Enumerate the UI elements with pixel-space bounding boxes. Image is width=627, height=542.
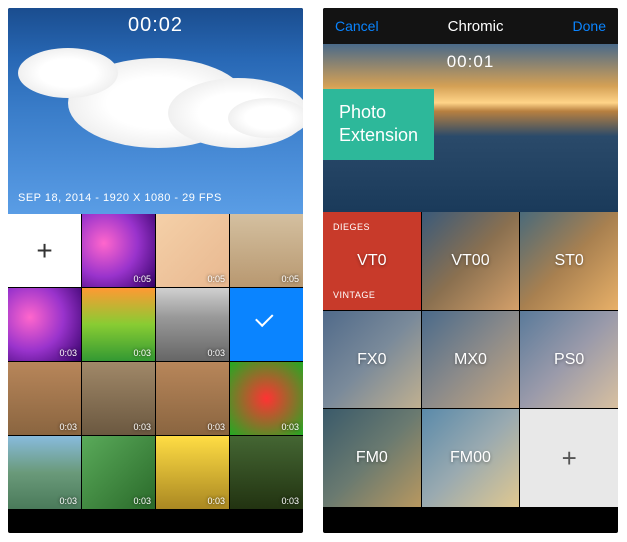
video-metadata: SEP 18, 2014 - 1920 X 1080 - 29 FPS [18, 192, 222, 204]
duration-label: 0:03 [207, 422, 225, 432]
filter-active[interactable]: DIEGES VT0 VINTAGE [323, 212, 421, 310]
duration-label: 0:03 [207, 496, 225, 506]
done-button[interactable]: Done [573, 18, 606, 34]
video-preview[interactable]: 00:02 SEP 18, 2014 - 1920 X 1080 - 29 FP… [8, 8, 303, 214]
thumbnail[interactable]: 0:05 [156, 214, 229, 287]
thumbnail[interactable]: 0:05 [82, 214, 155, 287]
filter-tag: DIEGES [333, 222, 370, 232]
filter-cell[interactable]: ST0 [520, 212, 618, 310]
navigation-bar: Cancel Chromic Done [323, 8, 618, 44]
thumbnail[interactable]: 0:03 [156, 362, 229, 435]
thumbnail-selected[interactable] [230, 288, 303, 361]
filter-grid: DIEGES VT0 VINTAGE VT00 ST0 FX0 MX0 PS0 … [323, 212, 618, 507]
filter-cell[interactable]: VT00 [422, 212, 520, 310]
thumbnail[interactable]: 0:03 [82, 288, 155, 361]
duration-label: 0:05 [281, 274, 299, 284]
thumbnail[interactable]: 0:03 [82, 436, 155, 509]
filter-cell[interactable]: FX0 [323, 311, 421, 409]
duration-label: 0:03 [133, 422, 151, 432]
plus-icon: + [562, 443, 577, 474]
badge-line: Photo [339, 101, 418, 124]
cancel-button[interactable]: Cancel [335, 18, 379, 34]
duration-label: 0:03 [281, 422, 299, 432]
filter-label: ST0 [554, 252, 583, 270]
video-picker-screen: 00:02 SEP 18, 2014 - 1920 X 1080 - 29 FP… [8, 8, 303, 533]
filter-cell[interactable]: FM00 [422, 409, 520, 507]
filter-tag: VINTAGE [333, 290, 375, 300]
filter-label: PS0 [554, 351, 584, 369]
extension-badge: Photo Extension [323, 89, 434, 160]
thumbnail[interactable]: 0:03 [230, 436, 303, 509]
thumbnail[interactable]: 0:05 [230, 214, 303, 287]
thumbnail-grid: + 0:05 0:05 0:05 0:03 0:03 0:03 0:03 0:0… [8, 214, 303, 509]
thumbnail[interactable]: 0:03 [230, 362, 303, 435]
filter-label: VT00 [451, 252, 489, 270]
duration-label: 0:03 [59, 348, 77, 358]
video-timer: 00:01 [447, 52, 495, 72]
duration-label: 0:03 [207, 348, 225, 358]
duration-label: 0:05 [133, 274, 151, 284]
preview-background [8, 8, 303, 214]
duration-label: 0:03 [133, 496, 151, 506]
plus-icon: + [36, 235, 52, 267]
add-video-button[interactable]: + [8, 214, 81, 287]
duration-label: 0:03 [133, 348, 151, 358]
filter-preview[interactable]: 00:01 Photo Extension [323, 44, 618, 212]
checkmark-icon [257, 315, 277, 335]
filter-label: FM0 [356, 449, 388, 467]
thumbnail[interactable]: 0:03 [8, 436, 81, 509]
duration-label: 0:03 [281, 496, 299, 506]
thumbnail[interactable]: 0:03 [156, 288, 229, 361]
filter-label: VT0 [357, 252, 386, 270]
add-filter-button[interactable]: + [520, 409, 618, 507]
badge-line: Extension [339, 124, 418, 147]
filter-label: FX0 [357, 351, 386, 369]
duration-label: 0:03 [59, 496, 77, 506]
filter-label: FM00 [450, 449, 491, 467]
video-timer: 00:02 [128, 14, 183, 37]
thumbnail[interactable]: 0:03 [8, 362, 81, 435]
duration-label: 0:03 [59, 422, 77, 432]
filter-cell[interactable]: PS0 [520, 311, 618, 409]
filter-label: MX0 [454, 351, 487, 369]
duration-label: 0:05 [207, 274, 225, 284]
filter-editor-screen: Cancel Chromic Done 00:01 Photo Extensio… [323, 8, 618, 533]
thumbnail[interactable]: 0:03 [8, 288, 81, 361]
nav-title: Chromic [448, 18, 504, 35]
filter-cell[interactable]: FM0 [323, 409, 421, 507]
filter-cell[interactable]: MX0 [422, 311, 520, 409]
thumbnail[interactable]: 0:03 [156, 436, 229, 509]
thumbnail[interactable]: 0:03 [82, 362, 155, 435]
